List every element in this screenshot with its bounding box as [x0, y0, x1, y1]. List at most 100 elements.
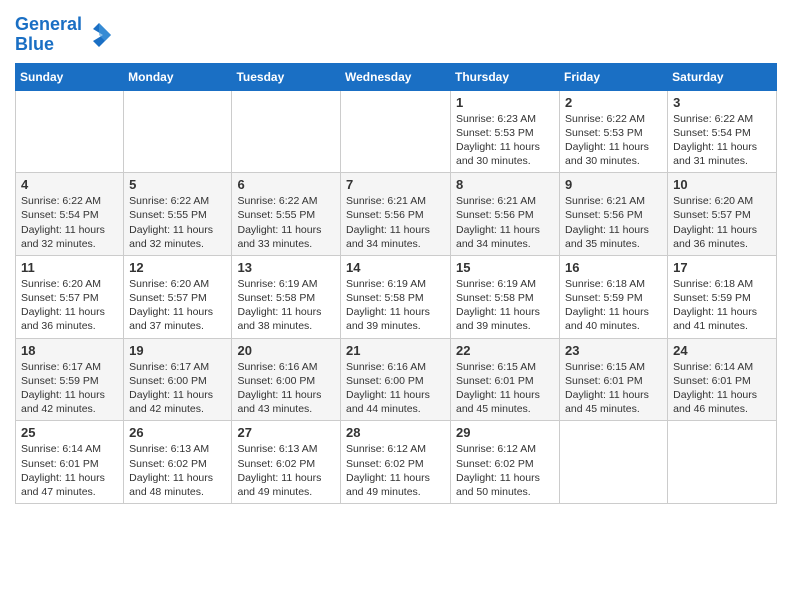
day-number: 6 [237, 177, 335, 192]
day-info: Sunrise: 6:14 AM Sunset: 6:01 PM Dayligh… [673, 360, 771, 417]
calendar-cell: 3 Sunrise: 6:22 AM Sunset: 5:54 PM Daylig… [668, 90, 777, 173]
calendar-week-4: 18 Sunrise: 6:17 AM Sunset: 5:59 PM Dayli… [16, 338, 777, 421]
day-number: 23 [565, 343, 662, 358]
day-number: 10 [673, 177, 771, 192]
calendar-cell [341, 90, 451, 173]
header-tuesday: Tuesday [232, 63, 341, 90]
calendar-week-1: 1 Sunrise: 6:23 AM Sunset: 5:53 PM Daylig… [16, 90, 777, 173]
header-saturday: Saturday [668, 63, 777, 90]
day-number: 28 [346, 425, 445, 440]
day-info: Sunrise: 6:19 AM Sunset: 5:58 PM Dayligh… [346, 277, 445, 334]
day-number: 2 [565, 95, 662, 110]
day-number: 17 [673, 260, 771, 275]
calendar-cell: 21 Sunrise: 6:16 AM Sunset: 6:00 PM Dayli… [341, 338, 451, 421]
calendar-cell: 19 Sunrise: 6:17 AM Sunset: 6:00 PM Dayli… [124, 338, 232, 421]
day-info: Sunrise: 6:21 AM Sunset: 5:56 PM Dayligh… [565, 194, 662, 251]
day-info: Sunrise: 6:20 AM Sunset: 5:57 PM Dayligh… [21, 277, 118, 334]
calendar-week-3: 11 Sunrise: 6:20 AM Sunset: 5:57 PM Dayli… [16, 255, 777, 338]
day-info: Sunrise: 6:16 AM Sunset: 6:00 PM Dayligh… [237, 360, 335, 417]
day-info: Sunrise: 6:18 AM Sunset: 5:59 PM Dayligh… [673, 277, 771, 334]
day-info: Sunrise: 6:22 AM Sunset: 5:54 PM Dayligh… [673, 112, 771, 169]
day-info: Sunrise: 6:12 AM Sunset: 6:02 PM Dayligh… [346, 442, 445, 499]
calendar-cell: 26 Sunrise: 6:13 AM Sunset: 6:02 PM Dayli… [124, 421, 232, 504]
day-number: 15 [456, 260, 554, 275]
day-info: Sunrise: 6:17 AM Sunset: 6:00 PM Dayligh… [129, 360, 226, 417]
calendar-cell: 22Sunrise: 6:15 AM Sunset: 6:01 PM Dayli… [451, 338, 560, 421]
day-info: Sunrise: 6:17 AM Sunset: 5:59 PM Dayligh… [21, 360, 118, 417]
day-info: Sunrise: 6:16 AM Sunset: 6:00 PM Dayligh… [346, 360, 445, 417]
day-info: Sunrise: 6:22 AM Sunset: 5:53 PM Dayligh… [565, 112, 662, 169]
calendar-cell: 15 Sunrise: 6:19 AM Sunset: 5:58 PM Dayli… [451, 255, 560, 338]
calendar-week-5: 25 Sunrise: 6:14 AM Sunset: 6:01 PM Dayli… [16, 421, 777, 504]
day-number: 29 [456, 425, 554, 440]
day-info: Sunrise: 6:21 AM Sunset: 5:56 PM Dayligh… [346, 194, 445, 251]
calendar-cell: 9 Sunrise: 6:21 AM Sunset: 5:56 PM Daylig… [560, 173, 668, 256]
calendar-header-row: SundayMondayTuesdayWednesdayThursdayFrid… [16, 63, 777, 90]
day-info: Sunrise: 6:13 AM Sunset: 6:02 PM Dayligh… [129, 442, 226, 499]
day-number: 7 [346, 177, 445, 192]
day-number: 14 [346, 260, 445, 275]
calendar-cell [668, 421, 777, 504]
day-number: 26 [129, 425, 226, 440]
day-info: Sunrise: 6:20 AM Sunset: 5:57 PM Dayligh… [129, 277, 226, 334]
day-info: Sunrise: 6:12 AM Sunset: 6:02 PM Dayligh… [456, 442, 554, 499]
calendar-cell: 29 Sunrise: 6:12 AM Sunset: 6:02 PM Dayli… [451, 421, 560, 504]
calendar-cell: 6 Sunrise: 6:22 AM Sunset: 5:55 PM Daylig… [232, 173, 341, 256]
day-number: 19 [129, 343, 226, 358]
day-info: Sunrise: 6:22 AM Sunset: 5:55 PM Dayligh… [237, 194, 335, 251]
day-info: Sunrise: 6:18 AM Sunset: 5:59 PM Dayligh… [565, 277, 662, 334]
day-info: Sunrise: 6:22 AM Sunset: 5:54 PM Dayligh… [21, 194, 118, 251]
header-thursday: Thursday [451, 63, 560, 90]
day-info: Sunrise: 6:19 AM Sunset: 5:58 PM Dayligh… [456, 277, 554, 334]
day-number: 18 [21, 343, 118, 358]
calendar-cell: 10 Sunrise: 6:20 AM Sunset: 5:57 PM Dayli… [668, 173, 777, 256]
calendar-cell [16, 90, 124, 173]
calendar-cell [232, 90, 341, 173]
calendar-cell [560, 421, 668, 504]
day-number: 22 [456, 343, 554, 358]
calendar-cell: 28 Sunrise: 6:12 AM Sunset: 6:02 PM Dayli… [341, 421, 451, 504]
calendar-cell: 18 Sunrise: 6:17 AM Sunset: 5:59 PM Dayli… [16, 338, 124, 421]
day-number: 24 [673, 343, 771, 358]
day-number: 13 [237, 260, 335, 275]
day-number: 9 [565, 177, 662, 192]
header-sunday: Sunday [16, 63, 124, 90]
calendar-cell: 7 Sunrise: 6:21 AM Sunset: 5:56 PM Daylig… [341, 173, 451, 256]
day-info: Sunrise: 6:23 AM Sunset: 5:53 PM Dayligh… [456, 112, 554, 169]
logo: General Blue [15, 15, 113, 55]
day-number: 1 [456, 95, 554, 110]
day-number: 27 [237, 425, 335, 440]
calendar-cell: 2 Sunrise: 6:22 AM Sunset: 5:53 PM Daylig… [560, 90, 668, 173]
calendar-cell: 12 Sunrise: 6:20 AM Sunset: 5:57 PM Dayli… [124, 255, 232, 338]
calendar-cell: 16 Sunrise: 6:18 AM Sunset: 5:59 PM Dayli… [560, 255, 668, 338]
day-info: Sunrise: 6:21 AM Sunset: 5:56 PM Dayligh… [456, 194, 554, 251]
day-number: 8 [456, 177, 554, 192]
header-monday: Monday [124, 63, 232, 90]
calendar-cell: 1 Sunrise: 6:23 AM Sunset: 5:53 PM Daylig… [451, 90, 560, 173]
calendar-cell: 17 Sunrise: 6:18 AM Sunset: 5:59 PM Dayli… [668, 255, 777, 338]
calendar-cell: 23 Sunrise: 6:15 AM Sunset: 6:01 PM Dayli… [560, 338, 668, 421]
header-wednesday: Wednesday [341, 63, 451, 90]
day-info: Sunrise: 6:14 AM Sunset: 6:01 PM Dayligh… [21, 442, 118, 499]
day-number: 21 [346, 343, 445, 358]
calendar-cell: 25 Sunrise: 6:14 AM Sunset: 6:01 PM Dayli… [16, 421, 124, 504]
day-number: 25 [21, 425, 118, 440]
day-info: Sunrise: 6:15 AM Sunset: 6:01 PM Dayligh… [565, 360, 662, 417]
day-number: 16 [565, 260, 662, 275]
calendar-table: SundayMondayTuesdayWednesdayThursdayFrid… [15, 63, 777, 504]
day-info: Sunrise: 6:13 AM Sunset: 6:02 PM Dayligh… [237, 442, 335, 499]
calendar-cell [124, 90, 232, 173]
day-info: Sunrise: 6:19 AM Sunset: 5:58 PM Dayligh… [237, 277, 335, 334]
day-number: 12 [129, 260, 226, 275]
calendar-cell: 24 Sunrise: 6:14 AM Sunset: 6:01 PM Dayli… [668, 338, 777, 421]
day-number: 11 [21, 260, 118, 275]
calendar-cell: 14 Sunrise: 6:19 AM Sunset: 5:58 PM Dayli… [341, 255, 451, 338]
calendar-week-2: 4Sunrise: 6:22 AM Sunset: 5:54 PM Daylig… [16, 173, 777, 256]
calendar-cell: 13 Sunrise: 6:19 AM Sunset: 5:58 PM Dayli… [232, 255, 341, 338]
day-info: Sunrise: 6:20 AM Sunset: 5:57 PM Dayligh… [673, 194, 771, 251]
page-header: General Blue [15, 10, 777, 55]
logo-general: General [15, 14, 82, 34]
day-number: 5 [129, 177, 226, 192]
day-number: 3 [673, 95, 771, 110]
calendar-cell: 11 Sunrise: 6:20 AM Sunset: 5:57 PM Dayli… [16, 255, 124, 338]
